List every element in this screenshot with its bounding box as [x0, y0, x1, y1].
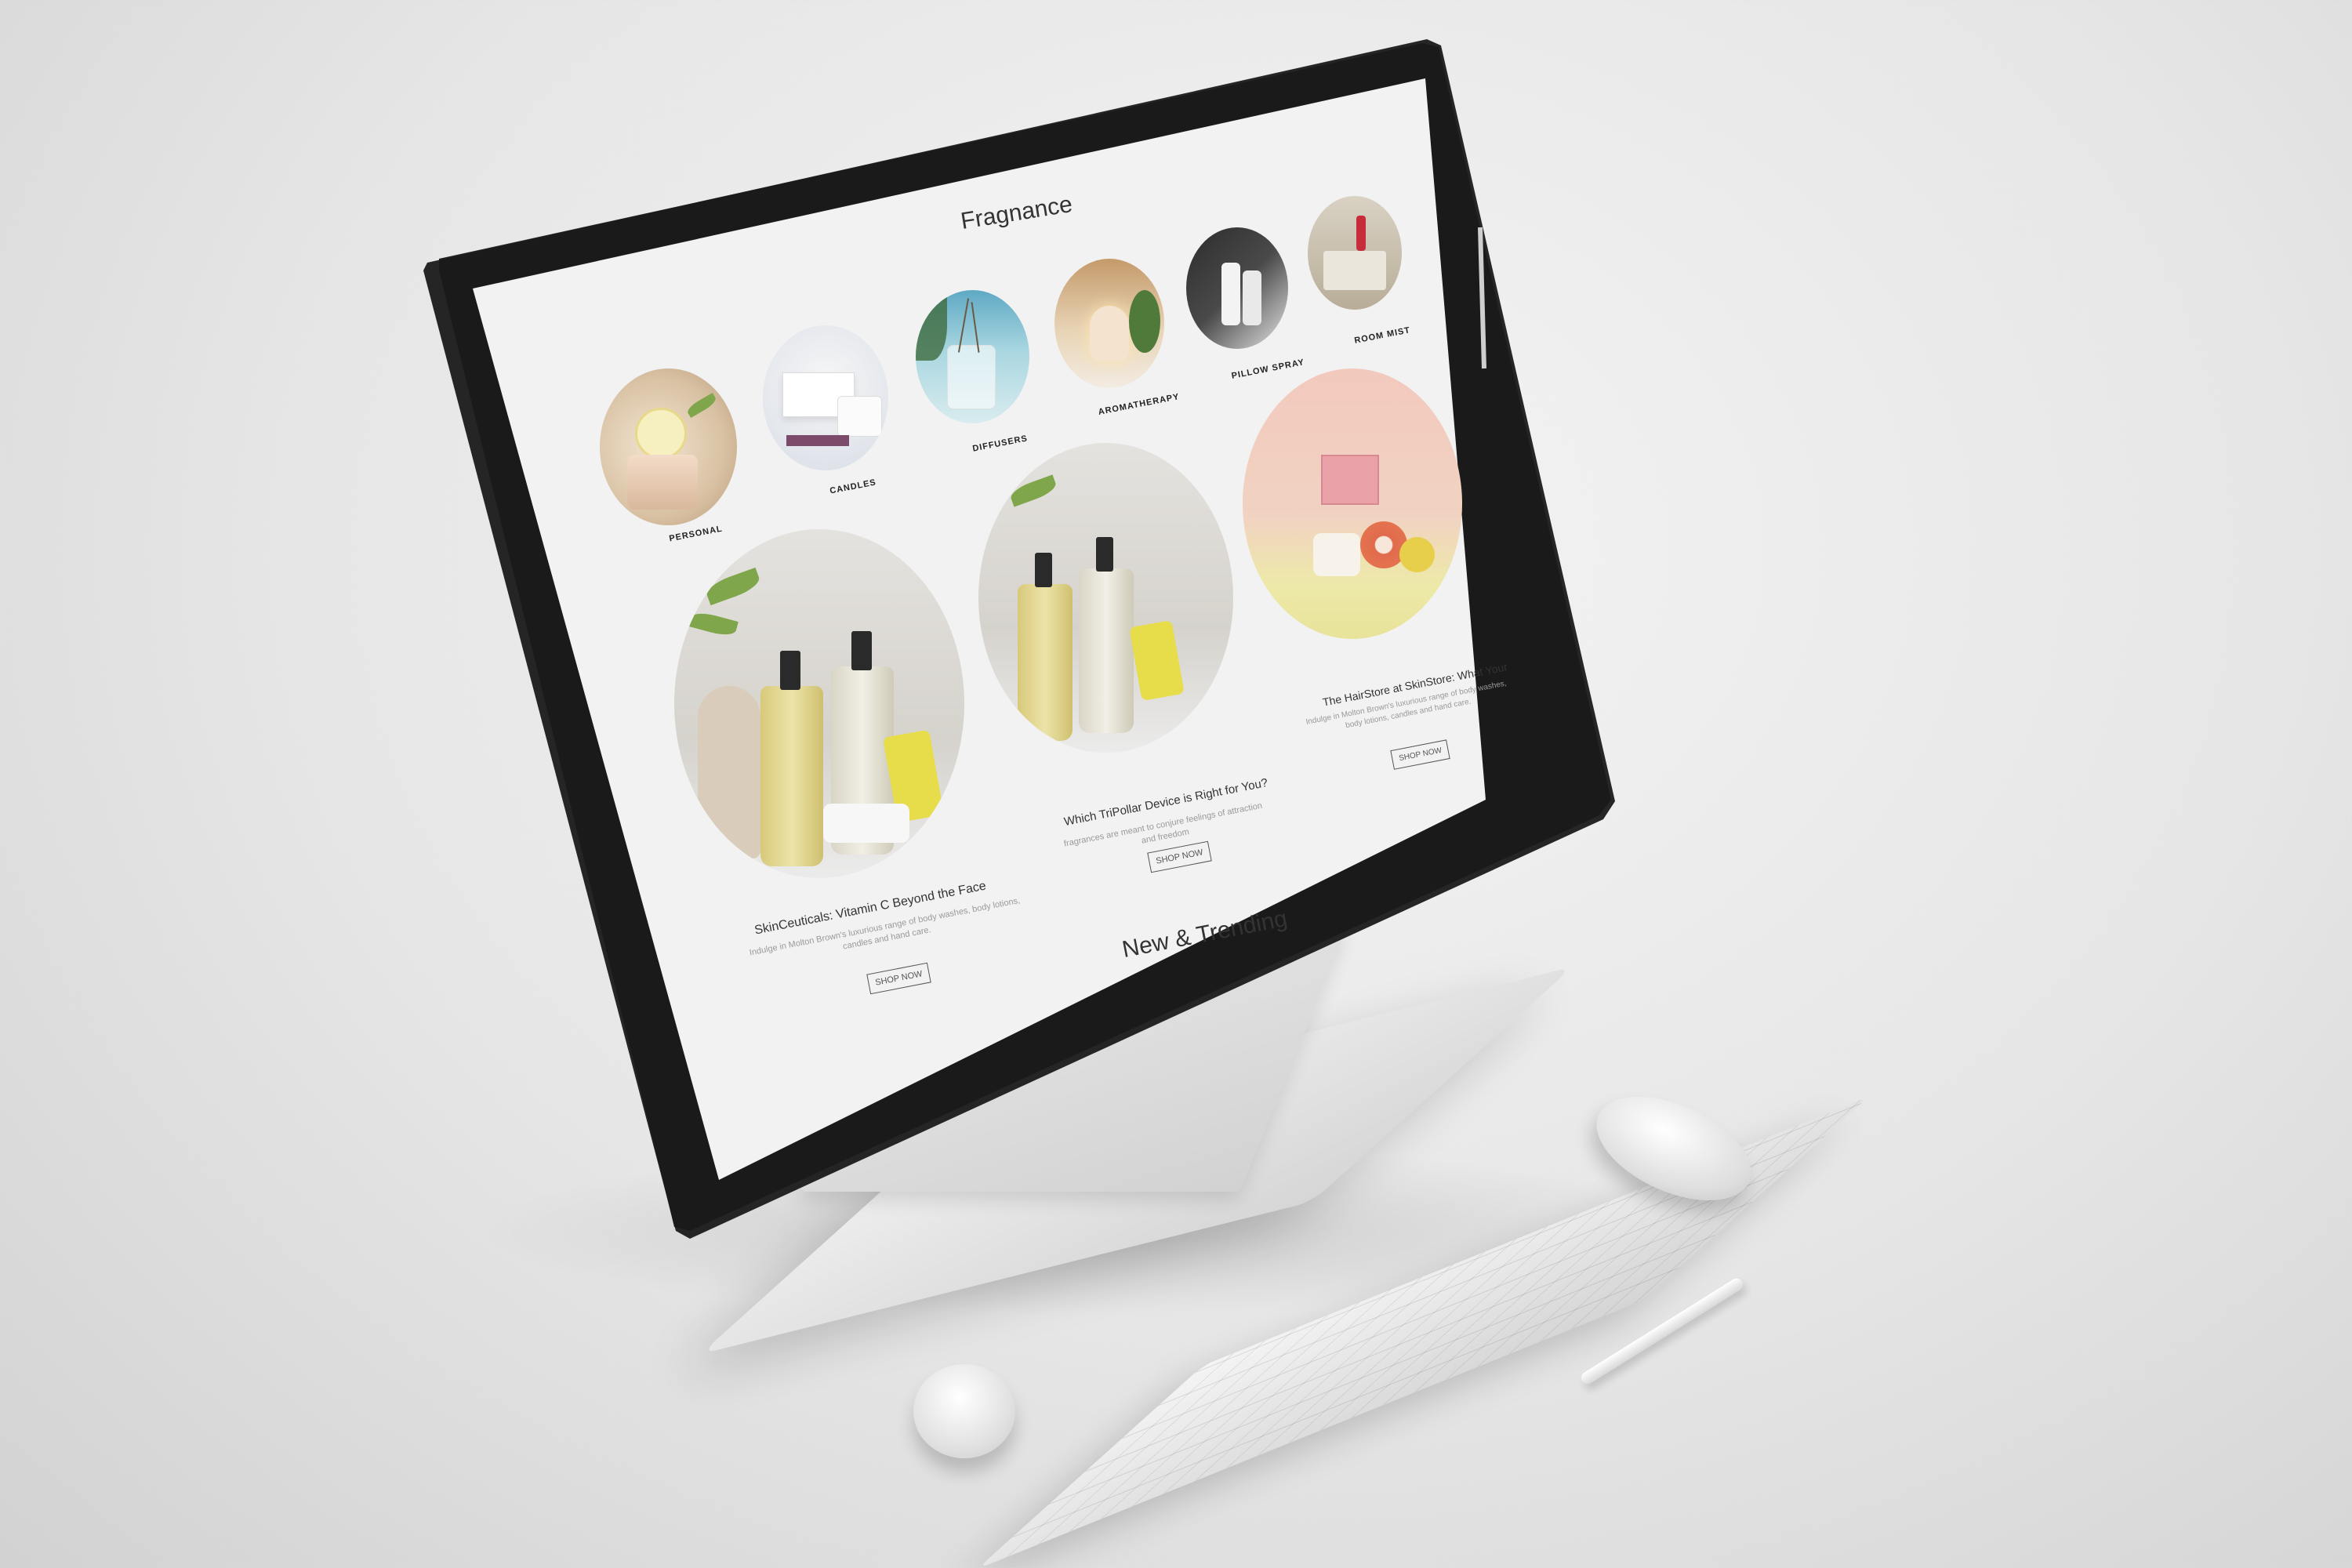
- pump-illustration: [1096, 537, 1113, 572]
- molton-brown-bottle-illustration: [1079, 568, 1134, 733]
- mist-bottle-illustration: [1356, 216, 1366, 251]
- shop-now-button-1[interactable]: SHOP NOW: [866, 962, 931, 995]
- category-label-pillow-spray[interactable]: PILLOW SPRAY: [1231, 358, 1305, 381]
- pump-illustration: [780, 651, 800, 690]
- feature-image-1[interactable]: [674, 529, 964, 878]
- spray-bottle-illustration: [1243, 270, 1261, 325]
- web-page: Fragnance PERSONAL CANDLES DIFFUSERS ARO…: [0, 0, 2352, 1568]
- candle-jar-illustration: [1313, 533, 1360, 576]
- gift-box-illustration: [1321, 455, 1379, 505]
- pump-illustration: [1035, 553, 1052, 587]
- leaf-illustration: [703, 567, 763, 606]
- lamp-illustration: [1090, 306, 1129, 361]
- lemon-illustration: [1399, 537, 1435, 572]
- category-aromatherapy[interactable]: [1054, 259, 1164, 388]
- category-label-diffusers[interactable]: DIFFUSERS: [972, 434, 1029, 453]
- palm-illustration: [916, 290, 947, 361]
- section-title-fragrance: Fragnance: [959, 191, 1075, 235]
- diffuser-bottle-illustration: [947, 345, 996, 409]
- perfume-cap-illustration: [635, 408, 687, 459]
- category-pillow-spray[interactable]: [1186, 227, 1288, 349]
- pump-illustration: [851, 631, 872, 670]
- soap-illustration: [823, 804, 909, 843]
- category-candles[interactable]: [763, 325, 888, 470]
- perfume-bottle-illustration: [627, 455, 698, 510]
- leaf-illustration: [685, 392, 718, 419]
- spray-bottle-illustration: [1221, 263, 1240, 325]
- tube-illustration: [1129, 619, 1185, 702]
- category-label-aromatherapy[interactable]: AROMATHERAPY: [1098, 392, 1181, 417]
- category-label-personal[interactable]: PERSONAL: [668, 524, 723, 544]
- leaf-illustration: [1008, 474, 1058, 507]
- molton-brown-bottle-illustration: [1018, 584, 1073, 741]
- category-label-room-mist[interactable]: ROOM MIST: [1354, 325, 1412, 346]
- category-personal[interactable]: [600, 368, 737, 525]
- category-diffusers[interactable]: [916, 290, 1029, 423]
- category-label-candles[interactable]: CANDLES: [829, 477, 877, 495]
- feature-image-2[interactable]: [978, 443, 1233, 753]
- shop-now-button-3[interactable]: SHOP NOW: [1390, 739, 1451, 770]
- category-room-mist[interactable]: [1308, 196, 1402, 310]
- candle-jar-illustration: [837, 396, 882, 437]
- plant-illustration: [1129, 290, 1160, 353]
- candle-band-illustration: [786, 435, 849, 446]
- section-title-new-trending: New & Trending: [1120, 905, 1290, 964]
- molton-brown-bottle-illustration: [760, 686, 823, 866]
- leaf-illustration: [688, 609, 739, 639]
- shop-now-button-2[interactable]: SHOP NOW: [1147, 840, 1212, 873]
- feature-image-3[interactable]: [1243, 368, 1462, 639]
- vase-illustration: [698, 686, 760, 858]
- dresser-illustration: [1323, 251, 1386, 290]
